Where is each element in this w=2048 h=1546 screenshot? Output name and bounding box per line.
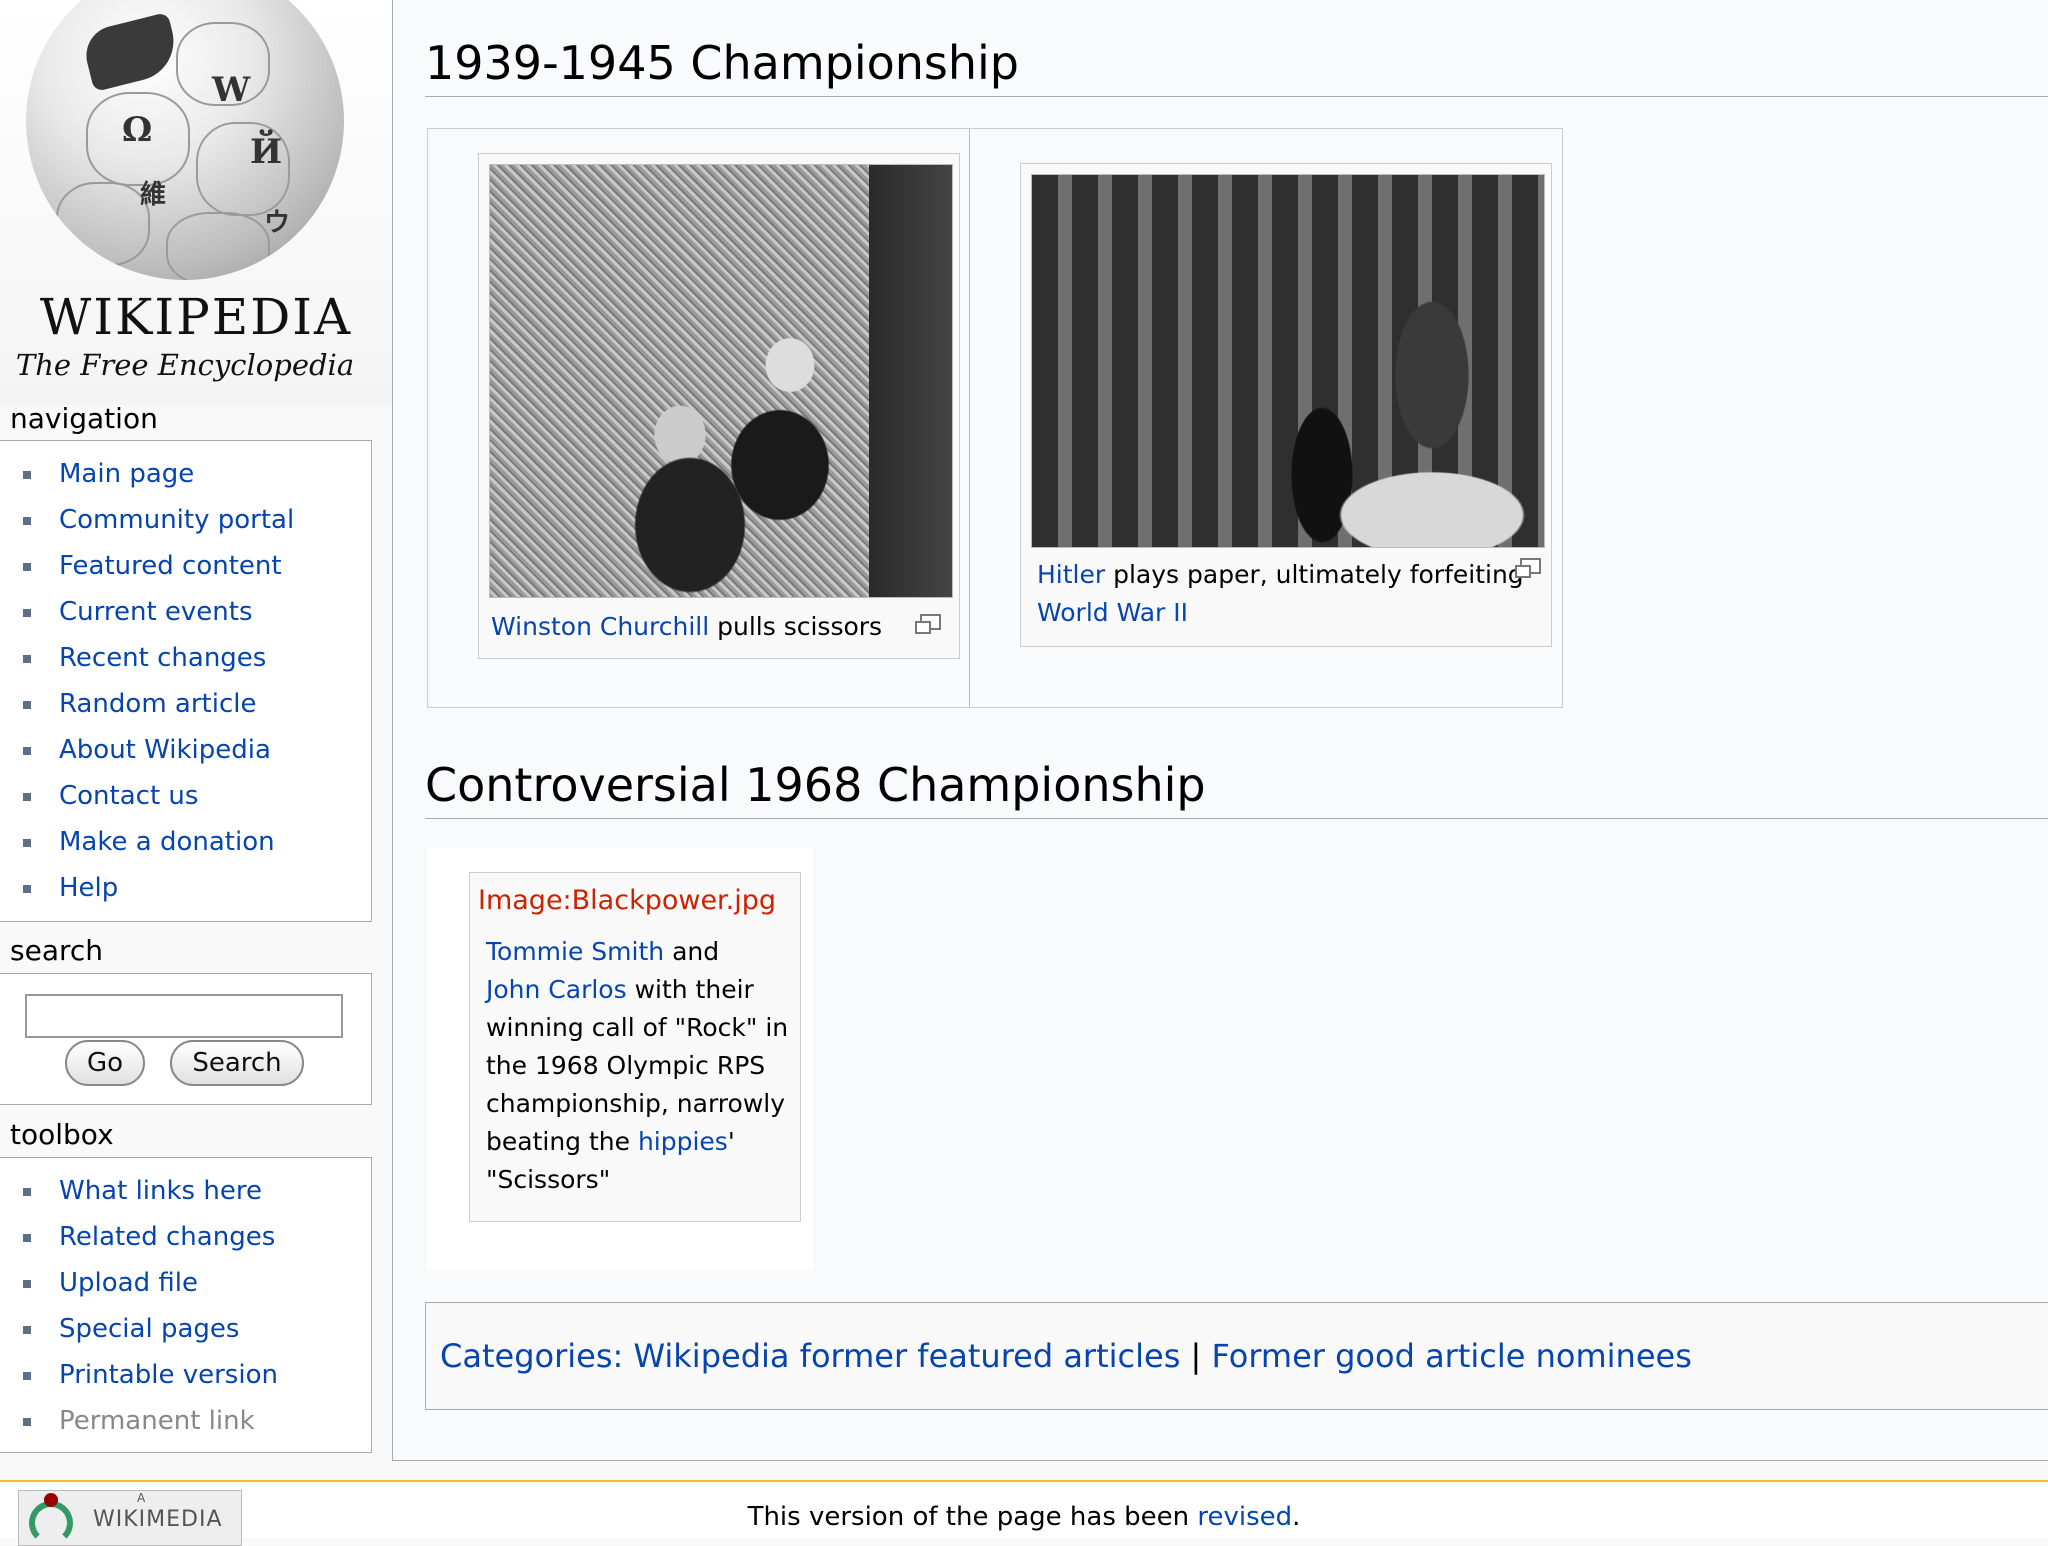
thumb-1968: Image:Blackpower.jpg Tommie Smith and Joh… [469,872,801,1222]
nav-help[interactable]: Help [0,865,371,911]
nav-recent-changes[interactable]: Recent changes [0,635,371,681]
footer: A WIKIMEDIA This version of the page has… [0,1480,2048,1546]
caption-hitler-text: plays paper, ultimately forfeiting [1105,560,1524,589]
nav-random-article[interactable]: Random article [0,681,371,727]
footer-text: This version of the page has been revise… [0,1502,2048,1532]
category-former-featured[interactable]: Wikipedia former featured articles [633,1337,1180,1375]
magnify-icon[interactable] [1515,558,1541,578]
caption-hitler: Hitler plays paper, ultimately forfeitin… [1037,556,1527,632]
toolbox-heading: toolbox [10,1118,114,1151]
content-area: 1939-1945 Championship Winston Churchill… [392,0,2048,1461]
gallery-cell-churchill: Winston Churchill pulls scissors [427,128,971,708]
link-winston-churchill[interactable]: Winston Churchill [491,612,709,641]
link-john-carlos[interactable]: John Carlos [486,975,627,1004]
tool-printable-version[interactable]: Printable version [0,1352,371,1398]
caption-churchill-text: pulls scissors [709,612,883,641]
nav-contact-us[interactable]: Contact us [0,773,371,819]
categories-label-link[interactable]: Categories [440,1337,612,1375]
nav-about-wikipedia[interactable]: About Wikipedia [0,727,371,773]
tool-upload-file[interactable]: Upload file [0,1260,371,1306]
wikipedia-tagline: The Free Encyclopedia [15,348,355,382]
footer-text-after: . [1292,1502,1301,1532]
nav-community-portal[interactable]: Community portal [0,497,371,543]
link-hippies[interactable]: hippies [638,1127,728,1156]
navigation-heading: navigation [10,402,158,435]
go-button[interactable]: Go [65,1040,145,1086]
search-heading: search [10,934,104,967]
caption-1968: Tommie Smith and John Carlos with their w… [486,933,796,1199]
hitler-photo[interactable] [1031,174,1545,548]
caption-1968-text-1: and [664,937,720,966]
nav-main-page[interactable]: Main page [0,451,371,497]
thumb-1968-wrapper: Image:Blackpower.jpg Tommie Smith and Joh… [427,848,813,1270]
gallery-cell-hitler: Hitler plays paper, ultimately forfeitin… [969,128,1563,708]
caption-churchill: Winston Churchill pulls scissors [491,608,911,646]
footer-text-before: This version of the page has been [747,1502,1198,1532]
wikipedia-logo[interactable]: W Ω Й 維 ウ WIKIPEDIA The Free Encyclopedi… [0,0,392,405]
magnify-icon[interactable] [915,614,941,634]
thumb-churchill: Winston Churchill pulls scissors [478,153,960,659]
navigation-portlet: Main page Community portal Featured cont… [0,440,372,922]
nav-featured-content[interactable]: Featured content [0,543,371,589]
categories-colon: : [612,1337,634,1375]
section-heading-1939: 1939-1945 Championship [425,34,2048,97]
link-hitler[interactable]: Hitler [1037,560,1105,589]
nav-make-a-donation[interactable]: Make a donation [0,819,371,865]
category-separator: | [1180,1337,1212,1375]
tool-related-changes[interactable]: Related changes [0,1214,371,1260]
globe-icon: W Ω Й 維 ウ [26,0,344,280]
section-heading-1968: Controversial 1968 Championship [425,756,2048,819]
search-button[interactable]: Search [170,1040,304,1086]
churchill-photo[interactable] [489,164,953,598]
wikipedia-wordmark: WIKIPEDIA [39,288,353,346]
toolbox-portlet: What links here Related changes Upload f… [0,1157,372,1453]
search-input[interactable] [25,994,343,1038]
tool-what-links-here[interactable]: What links here [0,1168,371,1214]
link-world-war-ii[interactable]: World War II [1037,598,1188,627]
thumb-hitler: Hitler plays paper, ultimately forfeitin… [1020,163,1552,647]
category-links: Categories: Wikipedia former featured ar… [425,1302,2048,1410]
nav-current-events[interactable]: Current events [0,589,371,635]
category-former-good-nominees[interactable]: Former good article nominees [1211,1337,1691,1375]
missing-image-link[interactable]: Image:Blackpower.jpg [478,881,776,921]
tool-special-pages[interactable]: Special pages [0,1306,371,1352]
search-portlet: Go Search [0,973,372,1105]
tool-permanent-link[interactable]: Permanent link [0,1398,371,1444]
link-tommie-smith[interactable]: Tommie Smith [486,937,664,966]
link-revised[interactable]: revised [1197,1502,1292,1532]
